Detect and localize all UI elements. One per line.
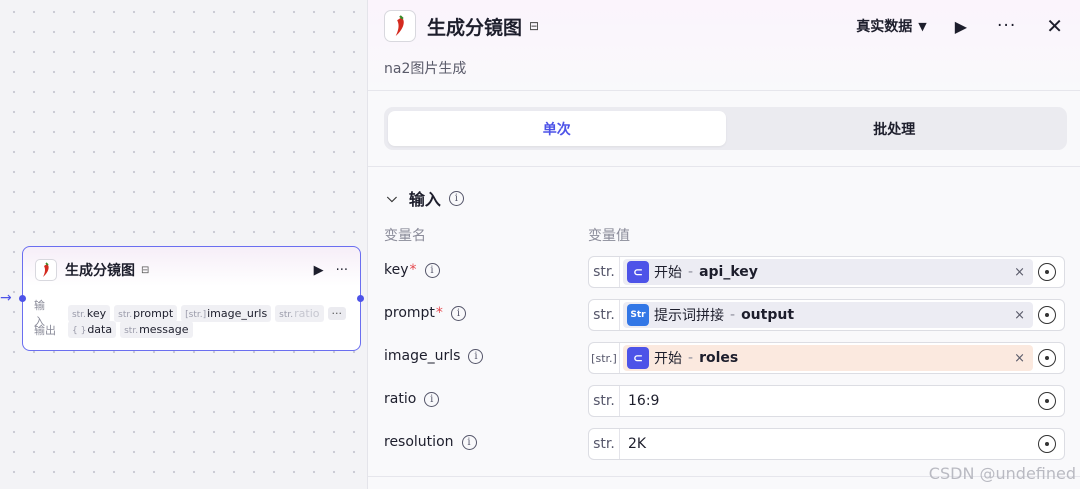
- value-field-key[interactable]: str. ⊂ 开始 - api_key ×: [588, 256, 1065, 288]
- chili-pepper-icon: [35, 259, 57, 281]
- info-icon[interactable]: i: [468, 348, 484, 364]
- field-value[interactable]: 2K: [628, 436, 1033, 452]
- chevron-down-icon[interactable]: ⌵: [387, 191, 397, 206]
- variable-picker-icon[interactable]: [1038, 392, 1056, 410]
- panel-subtitle: na2图片生成: [384, 61, 467, 77]
- workflow-node-card[interactable]: 生成分镜图 ⊟ ▶ ··· 输入 str.key str.prompt [str…: [19, 246, 364, 351]
- type-badge: [str.]: [589, 343, 620, 373]
- info-icon[interactable]: i: [424, 262, 440, 278]
- panel-header: 生成分镜图 ⊟ 真实数据 ▼ ▶ ··· ✕ na2图片生成: [368, 0, 1080, 91]
- run-node-icon[interactable]: ▶: [314, 263, 324, 278]
- clear-reference-icon[interactable]: ×: [1014, 351, 1025, 366]
- divider: [368, 166, 1080, 167]
- variable-picker-icon[interactable]: [1038, 349, 1056, 367]
- section-title: 输入: [408, 190, 441, 209]
- caret-down-icon: ▼: [918, 19, 927, 33]
- more-options-button[interactable]: ···: [997, 16, 1016, 36]
- var-name: resolution i: [384, 434, 477, 450]
- var-name: prompt * i: [384, 305, 466, 321]
- node-output-data: { }data: [68, 321, 117, 338]
- node-param-ratio: str.ratio: [275, 304, 324, 322]
- variable-picker-icon[interactable]: [1038, 263, 1056, 281]
- info-icon[interactable]: i: [424, 391, 440, 407]
- node-param-image-urls: [str.]image_urls: [181, 304, 272, 322]
- close-button[interactable]: ✕: [1046, 14, 1063, 38]
- input-row-prompt: prompt * i str. Str 提示词拼接 - output ×: [368, 299, 1080, 331]
- input-row-key: key * i str. ⊂ 开始 - api_key ×: [368, 256, 1080, 288]
- data-source-label: 真实数据: [856, 19, 913, 35]
- type-badge: str.: [589, 429, 620, 459]
- info-icon[interactable]: i: [461, 434, 477, 450]
- start-node-icon: ⊂: [627, 261, 649, 283]
- input-row-ratio: ratio i str. 16:9: [368, 385, 1080, 417]
- clear-reference-icon[interactable]: ×: [1014, 265, 1025, 280]
- variable-reference-chip-mismatch[interactable]: ⊂ 开始 - roles ×: [623, 345, 1033, 371]
- info-icon[interactable]: i: [450, 305, 466, 321]
- string-node-icon: Str: [627, 304, 649, 326]
- type-badge: str.: [589, 386, 620, 416]
- watermark: CSDN @undefined: [928, 464, 1076, 483]
- variable-picker-icon[interactable]: [1038, 306, 1056, 324]
- variable-picker-icon[interactable]: [1038, 435, 1056, 453]
- chili-pepper-icon: [384, 10, 416, 42]
- column-header-name: 变量名: [384, 228, 426, 244]
- node-param-key: str.key: [67, 304, 111, 322]
- run-button[interactable]: ▶: [955, 17, 967, 36]
- run-mode-tabs: 单次 批处理: [384, 107, 1067, 150]
- var-name: image_urls i: [384, 348, 484, 364]
- value-field-image-urls[interactable]: [str.] ⊂ 开始 - roles ×: [588, 342, 1065, 374]
- tab-batch[interactable]: 批处理: [726, 111, 1064, 146]
- output-port[interactable]: [357, 295, 364, 302]
- node-header: 生成分镜图 ⊟ ▶ ···: [35, 259, 348, 281]
- column-header-value: 变量值: [588, 228, 630, 244]
- value-field-ratio[interactable]: str. 16:9: [588, 385, 1065, 417]
- start-node-icon: ⊂: [627, 347, 649, 369]
- value-field-resolution[interactable]: str. 2K: [588, 428, 1065, 460]
- inputs-section-header[interactable]: ⌵ 输入 i: [387, 186, 464, 210]
- batch-badge-icon: ⊟: [529, 19, 540, 33]
- node-more-icon[interactable]: ···: [336, 263, 348, 278]
- tab-single[interactable]: 单次: [388, 111, 726, 146]
- input-port[interactable]: [19, 295, 26, 302]
- type-badge: str.: [589, 300, 620, 330]
- var-name: ratio i: [384, 391, 440, 407]
- clear-reference-icon[interactable]: ×: [1014, 308, 1025, 323]
- batch-badge-icon: ⊟: [141, 264, 150, 276]
- input-row-resolution: resolution i str. 2K: [368, 428, 1080, 460]
- node-output-message: str.message: [120, 321, 193, 338]
- value-field-prompt[interactable]: str. Str 提示词拼接 - output ×: [588, 299, 1065, 331]
- field-value[interactable]: 16:9: [628, 393, 1033, 409]
- node-settings-panel: 生成分镜图 ⊟ 真实数据 ▼ ▶ ··· ✕ na2图片生成 单次 批处理 ⌵ …: [367, 0, 1080, 489]
- data-source-dropdown[interactable]: 真实数据 ▼: [856, 16, 926, 36]
- node-param-prompt: str.prompt: [114, 304, 178, 322]
- var-name: key * i: [384, 262, 440, 278]
- panel-title: 生成分镜图: [427, 16, 523, 39]
- node-title: 生成分镜图: [65, 263, 135, 279]
- outputs-label: 输出: [34, 323, 56, 337]
- node-more-params-button[interactable]: ···: [327, 306, 346, 320]
- input-row-image-urls: image_urls i [str.] ⊂ 开始 - roles ×: [368, 342, 1080, 374]
- node-outputs-row: 输出 { }data str.message: [34, 321, 346, 338]
- type-badge: str.: [589, 257, 620, 287]
- info-icon[interactable]: i: [448, 190, 464, 206]
- incoming-edge-arrow: →: [0, 290, 12, 306]
- variable-reference-chip[interactable]: ⊂ 开始 - api_key ×: [623, 259, 1033, 285]
- variable-reference-chip[interactable]: Str 提示词拼接 - output ×: [623, 302, 1033, 328]
